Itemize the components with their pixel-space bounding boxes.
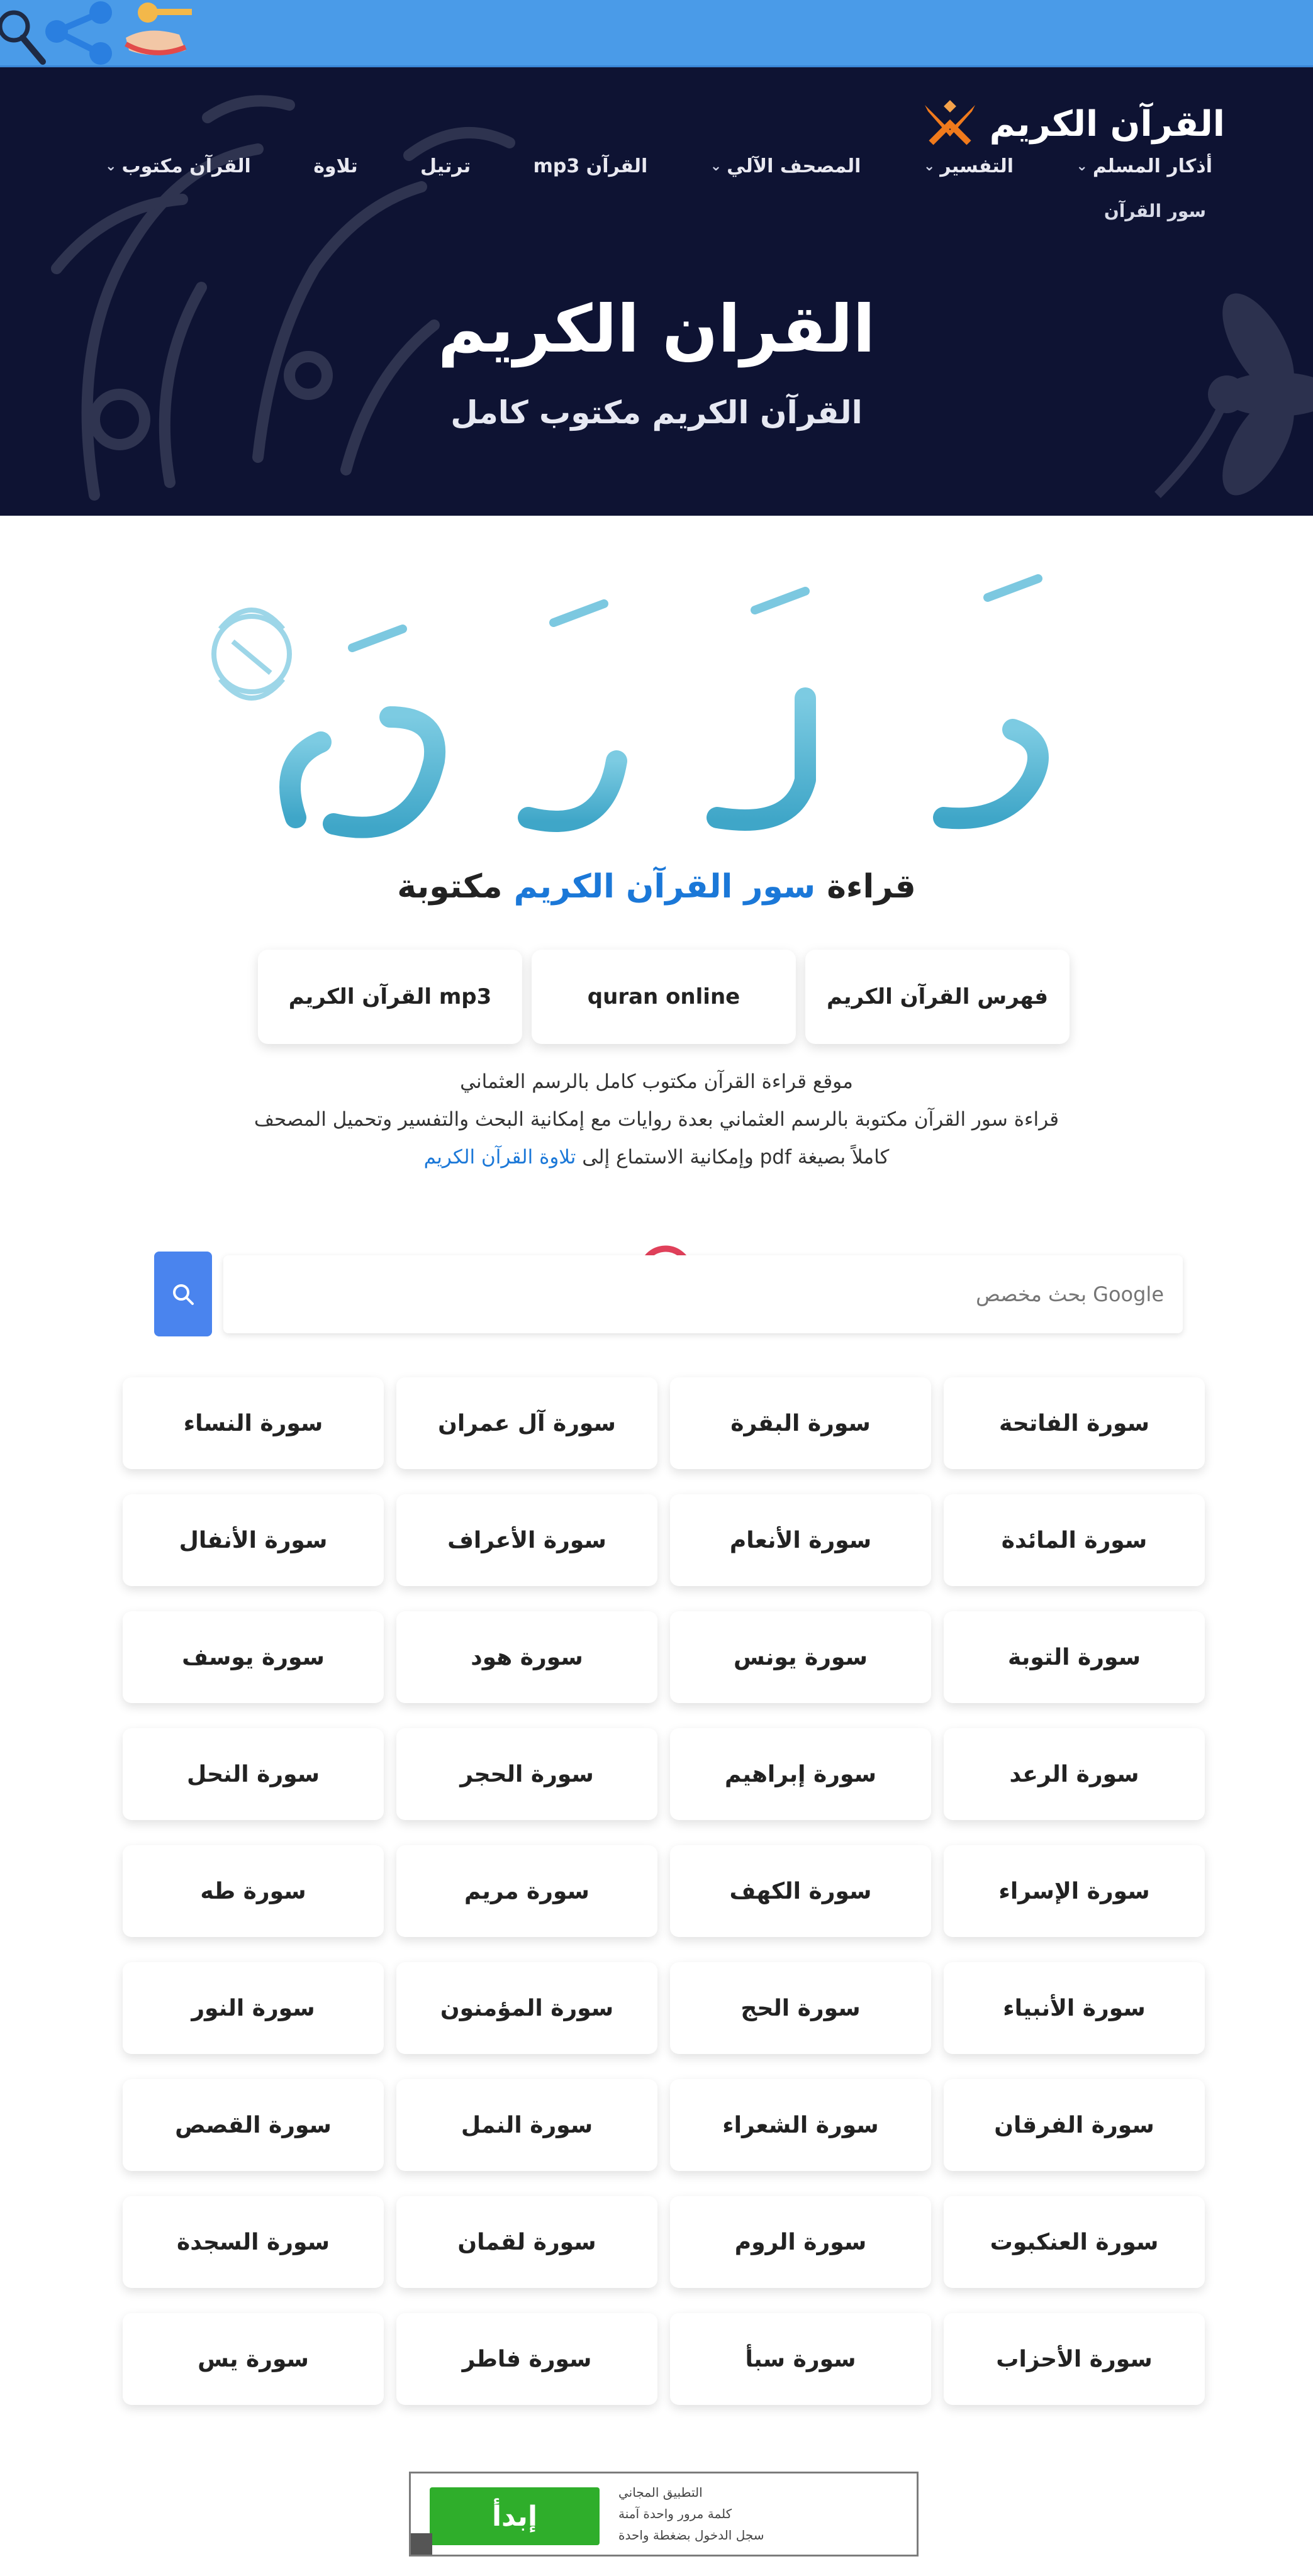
top-toolbar-strip (0, 0, 1313, 67)
ad-text-line: كلمة مرور واحدة آمنة (618, 2506, 732, 2521)
page-title: القران الكريم (437, 291, 876, 367)
surah-button[interactable]: سورة التوبة (944, 1611, 1205, 1703)
quran-logo-icon (924, 100, 975, 145)
surah-button[interactable]: سورة إبراهيم (670, 1728, 931, 1820)
chevron-down-icon: ⌄ (1076, 158, 1088, 174)
surah-button[interactable]: سورة النمل (396, 2079, 657, 2171)
surah-button[interactable]: سورة لقمان (396, 2196, 657, 2288)
nav-item-azkar[interactable]: أذكار المسلم ⌄ (1076, 155, 1212, 177)
surah-button[interactable]: سورة الأنعام (670, 1494, 931, 1586)
surah-button[interactable]: سورة يس (123, 2313, 384, 2405)
iqra-calligraphy-banner (211, 574, 1118, 838)
surah-button[interactable]: سورة الأنفال (123, 1494, 384, 1586)
page-subtitle: القرآن الكريم مكتوب كامل (450, 394, 863, 431)
site-header: القرآن الكريم القرآن مكتوب ⌄ تلاوة ترتيل… (0, 67, 1313, 516)
surah-button[interactable]: سورة هود (396, 1611, 657, 1703)
nav-item-mushaf[interactable]: المصحف الآلي ⌄ (710, 155, 861, 177)
surah-button[interactable]: سورة النساء (123, 1377, 384, 1469)
surah-button[interactable]: سورة الفرقان (944, 2079, 1205, 2171)
main-nav: القرآن مكتوب ⌄ تلاوة ترتيل القرآن mp3 ال… (105, 155, 1212, 177)
share-icon[interactable] (44, 0, 126, 66)
logo-text: القرآن الكريم (989, 103, 1225, 145)
surah-button[interactable]: سورة الكهف (670, 1845, 931, 1937)
read-quran-heading: قراءة سور القرآن الكريم مكتوبة (397, 868, 916, 906)
surah-button[interactable]: سورة يوسف (123, 1611, 384, 1703)
nav-item-tilawa[interactable]: تلاوة (313, 155, 357, 177)
bottom-ad-banner[interactable]: إبدأ التطبيق المجاني كلمة مرور واحدة آمن… (409, 2472, 919, 2557)
read-quran-highlight[interactable]: سور القرآن الكريم (514, 868, 815, 906)
surah-button[interactable]: سورة مريم (396, 1845, 657, 1937)
surah-button[interactable]: سورة آل عمران (396, 1377, 657, 1469)
surah-button[interactable]: سورة النحل (123, 1728, 384, 1820)
quran-online-button[interactable]: quran online (532, 950, 796, 1044)
surah-button[interactable]: سورة السجدة (123, 2196, 384, 2288)
surah-button[interactable]: سورة الحجر (396, 1728, 657, 1820)
surah-button[interactable]: سورة الشعراء (670, 2079, 931, 2171)
surah-button[interactable]: سورة الرعد (944, 1728, 1205, 1820)
search-input[interactable] (223, 1255, 1183, 1333)
surah-button[interactable]: سورة المؤمنون (396, 1962, 657, 2054)
nav-item-tafsir[interactable]: التفسير ⌄ (924, 155, 1014, 177)
surah-button[interactable]: سورة الروم (670, 2196, 931, 2288)
chevron-down-icon: ⌄ (923, 158, 936, 174)
quran-mp3-button[interactable]: القرآن الكريم mp3 (258, 950, 522, 1044)
surah-button[interactable]: سورة الإسراء (944, 1845, 1205, 1937)
ad-text-line: التطبيق المجاني (618, 2485, 703, 2500)
surah-button[interactable]: سورة الحج (670, 1962, 931, 2054)
key-hand-icon[interactable] (123, 0, 198, 66)
surah-button[interactable]: سورة الفاتحة (944, 1377, 1205, 1469)
surah-button[interactable]: سورة الأعراف (396, 1494, 657, 1586)
site-description: موقع قراءة القرآن مكتوب كامل بالرسم العث… (254, 1070, 1059, 1169)
chevron-down-icon: ⌄ (710, 158, 722, 174)
surah-button[interactable]: سورة النور (123, 1962, 384, 2054)
surah-button[interactable]: سورة القصص (123, 2079, 384, 2171)
quran-recitation-link[interactable]: تلاوة القرآن الكريم (424, 1146, 576, 1169)
feature-buttons: فهرس القرآن الكريم quran online القرآن ا… (258, 950, 1070, 1044)
surah-grid: سورة الفاتحة سورة البقرة سورة آل عمران س… (123, 1377, 1205, 2405)
chevron-down-icon: ⌄ (105, 158, 117, 174)
nav-item-tartil[interactable]: ترتيل (420, 155, 471, 177)
nav-item-quran-written[interactable]: القرآن مكتوب ⌄ (105, 155, 251, 177)
surah-button[interactable]: سورة طه (123, 1845, 384, 1937)
magnifier-icon[interactable] (0, 0, 50, 66)
search-icon (173, 1284, 194, 1305)
surah-button[interactable]: سورة يونس (670, 1611, 931, 1703)
surah-button[interactable]: سورة الأحزاب (944, 2313, 1205, 2405)
surah-button[interactable]: سورة فاطر (396, 2313, 657, 2405)
ad-start-button[interactable]: إبدأ (430, 2487, 600, 2545)
nav-item-quran-mp3[interactable]: القرآن mp3 (534, 155, 648, 177)
quran-index-button[interactable]: فهرس القرآن الكريم (805, 950, 1070, 1044)
ad-choices-icon[interactable] (411, 2533, 432, 2555)
surah-button[interactable]: سورة سبأ (670, 2313, 931, 2405)
surah-button[interactable]: سورة العنكبوت (944, 2196, 1205, 2288)
ad-text-line: سجل الدخول بضغطة واحدة (618, 2528, 764, 2543)
surah-button[interactable]: سورة الأنبياء (944, 1962, 1205, 2054)
search-button[interactable] (154, 1252, 212, 1336)
search-bar (154, 1252, 1186, 1336)
surah-button[interactable]: سورة المائدة (944, 1494, 1205, 1586)
surah-button[interactable]: سورة البقرة (670, 1377, 931, 1469)
site-logo[interactable]: القرآن الكريم (922, 99, 1225, 149)
nav-item-surahs[interactable]: سور القرآن (1104, 201, 1206, 221)
